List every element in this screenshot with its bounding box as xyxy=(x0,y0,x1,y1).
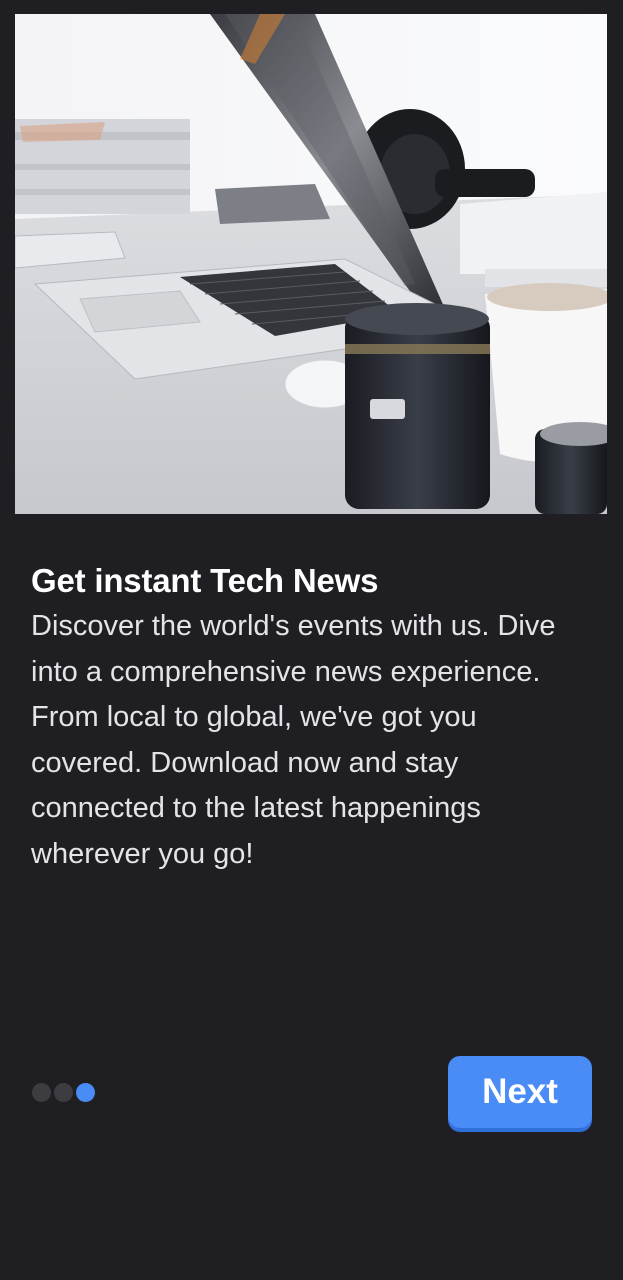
page-dot-2 xyxy=(54,1083,73,1102)
page-dot-1 xyxy=(32,1083,51,1102)
next-button[interactable]: Next xyxy=(448,1056,592,1128)
hero-image xyxy=(15,14,607,514)
page-indicator xyxy=(32,1083,95,1102)
onboarding-title: Get instant Tech News xyxy=(31,562,379,599)
page-dot-3-active xyxy=(76,1083,95,1102)
laptop-desk-illustration xyxy=(15,14,607,514)
onboarding-description: Discover the world's events with us. Div… xyxy=(31,610,556,870)
